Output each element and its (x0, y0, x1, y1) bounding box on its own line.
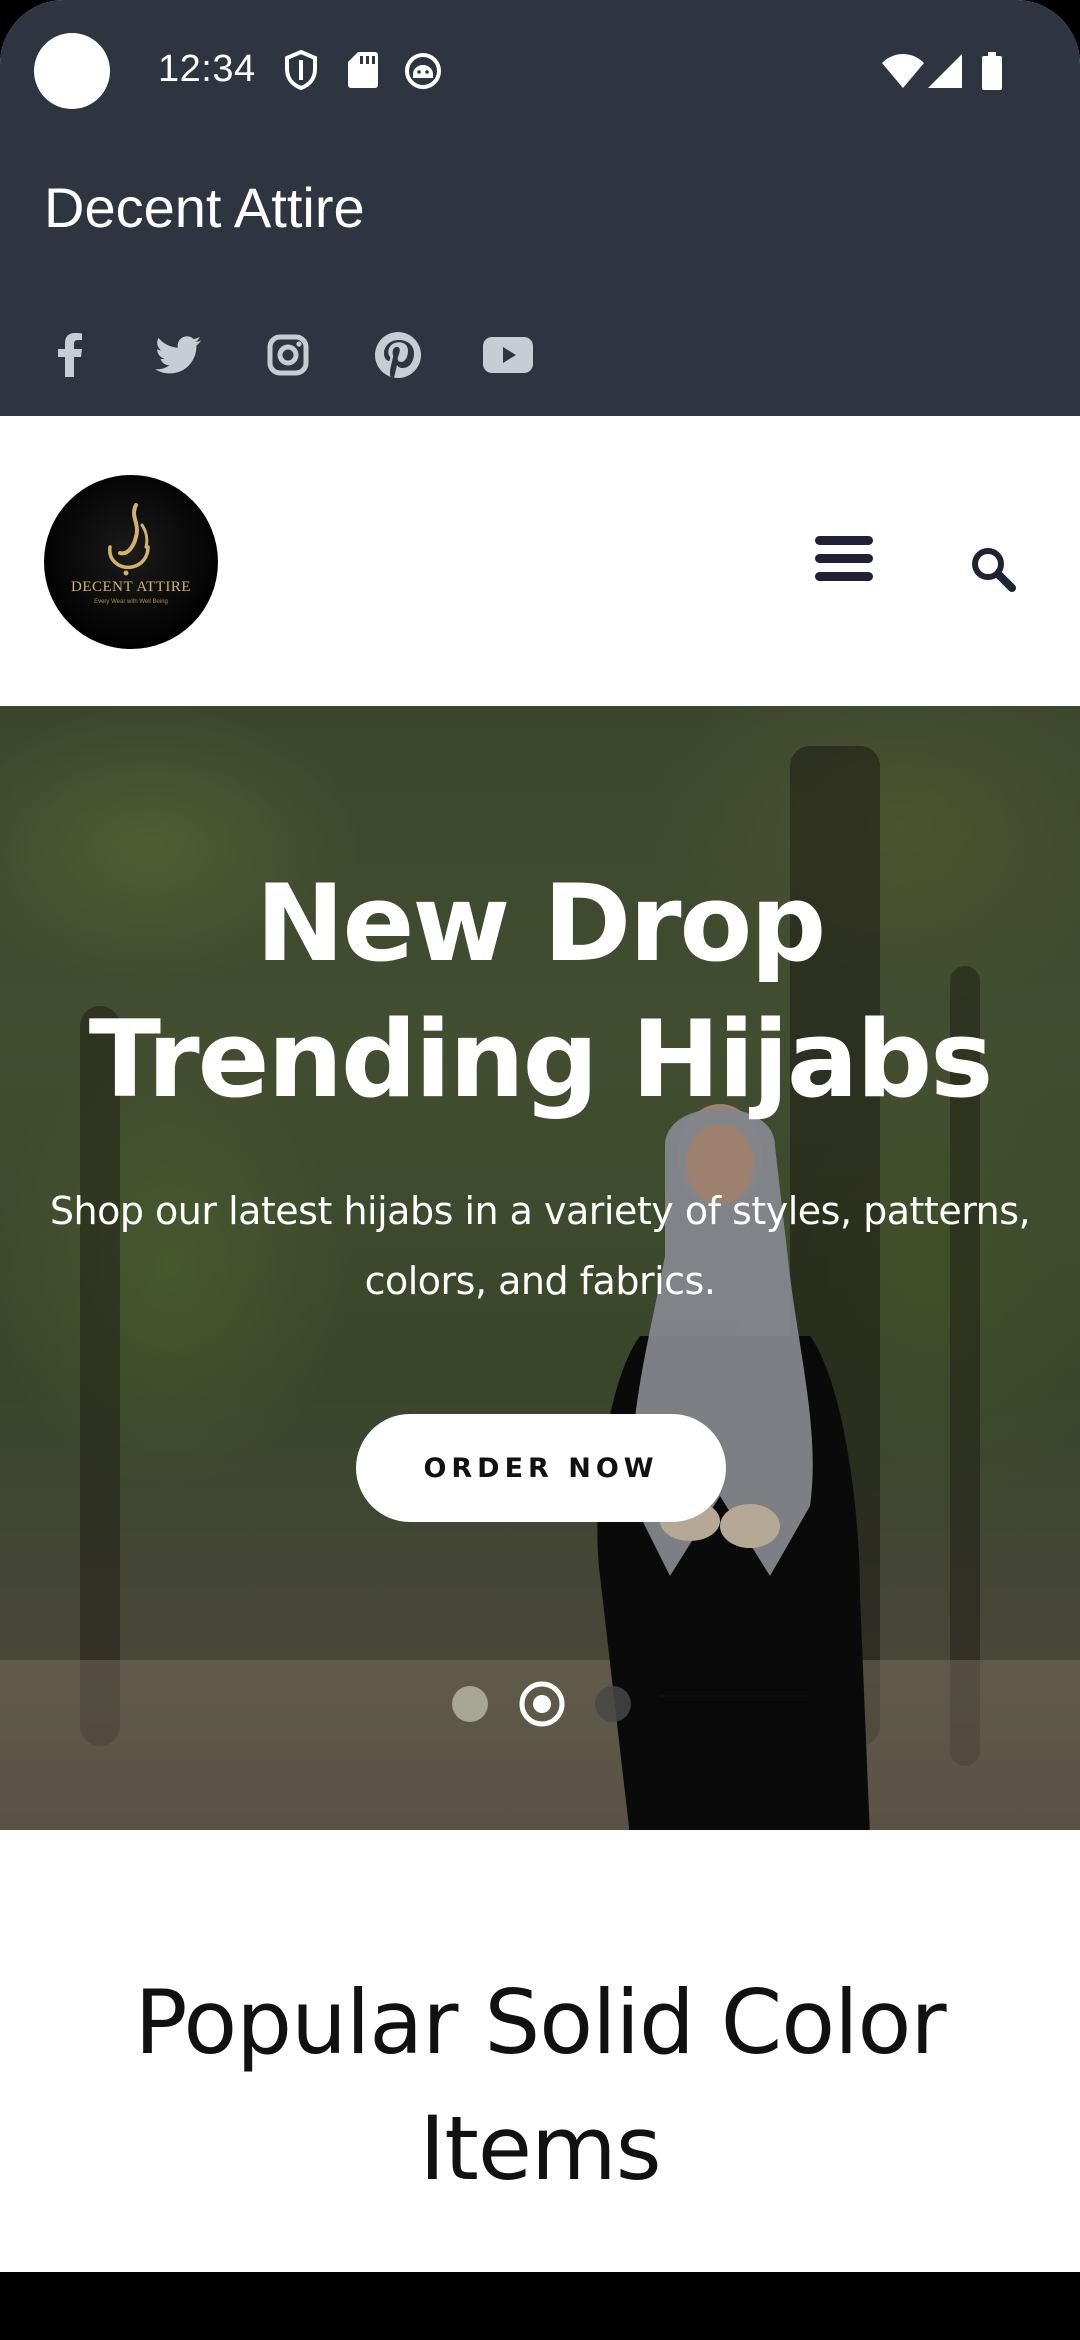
shield-icon (284, 49, 318, 95)
hero-title-line-1: New Drop (255, 862, 826, 985)
status-bar: 12:34 (0, 0, 1080, 140)
status-time: 12:34 (158, 48, 256, 90)
hero-title-line-2: Trending Hijabs (88, 998, 994, 1121)
instagram-icon[interactable] (260, 327, 316, 383)
pinterest-icon[interactable] (370, 327, 426, 383)
menu-button[interactable] (815, 536, 875, 586)
app-bar: 12:34 Decent Attire (0, 0, 1080, 416)
camera-cutout (34, 33, 110, 109)
hero-subtitle: Shop our latest hijabs in a variety of s… (49, 1189, 1031, 1303)
brand-logo[interactable]: DECENT ATTIRE Every Wear with Well Being (44, 475, 218, 649)
app-title: Decent Attire (44, 176, 365, 239)
section-title: Popular Solid Color Items (134, 1971, 946, 2200)
battery-icon (982, 52, 1002, 95)
hero-title: New Drop Trending Hijabs (0, 856, 1080, 1128)
wifi-icon (882, 54, 924, 93)
slider-dot-2-active[interactable] (518, 1680, 566, 1728)
facebook-icon[interactable] (42, 327, 98, 383)
sd-card-icon (348, 52, 378, 93)
screen: 12:34 Decent Attire DECENT ATTIRE Every … (0, 0, 1080, 2340)
hero-banner[interactable]: New Drop Trending Hijabs Shop our latest… (0, 706, 1080, 1830)
cellular-signal-icon (928, 54, 962, 93)
order-now-button[interactable]: ORDER NOW (356, 1414, 726, 1522)
youtube-icon[interactable] (480, 327, 536, 383)
android-debug-icon (404, 52, 442, 95)
slider-dot-1[interactable] (452, 1686, 488, 1722)
slider-dot-3[interactable] (595, 1686, 631, 1722)
navigation-bar (0, 2272, 1080, 2340)
logo-tagline: Every Wear with Well Being (94, 599, 168, 605)
search-icon (972, 548, 1016, 592)
search-button[interactable] (970, 546, 1020, 596)
logo-text: DECENT ATTIRE (71, 579, 191, 595)
twitter-icon[interactable] (150, 327, 206, 383)
active-dot-icon (519, 1681, 565, 1727)
logo-calligraphy-icon (108, 503, 150, 576)
gesture-handle[interactable] (391, 2243, 689, 2255)
